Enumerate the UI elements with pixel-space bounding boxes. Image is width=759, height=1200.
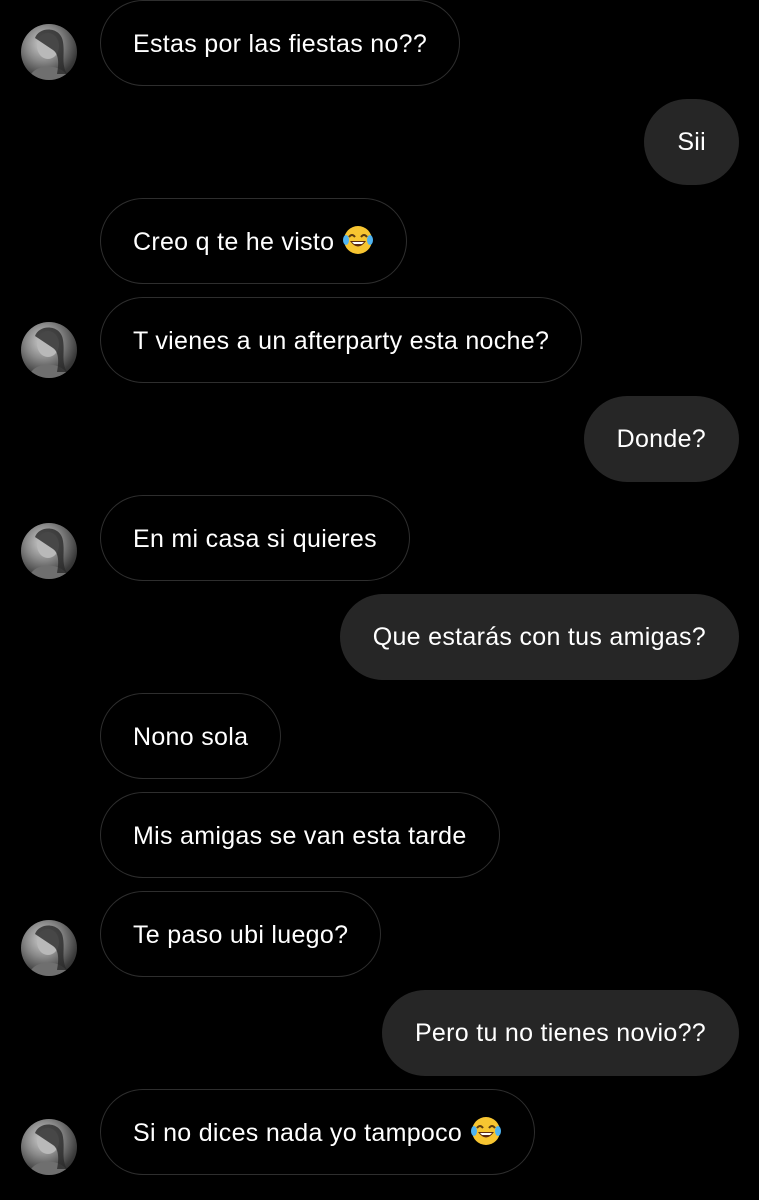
message-text: Sii	[677, 128, 706, 156]
message-bubble-incoming[interactable]: En mi casa si quieres	[100, 495, 410, 581]
contact-avatar[interactable]	[21, 920, 77, 976]
contact-avatar[interactable]	[21, 1119, 77, 1175]
message-text: Estas por las fiestas no??	[133, 30, 428, 58]
laughing-tears-emoji	[343, 226, 374, 254]
message-text: T vienes a un afterparty esta noche?	[133, 327, 550, 355]
message-bubble-outgoing[interactable]: Donde?	[583, 396, 739, 482]
message-text: Que estarás con tus amigas?	[372, 623, 706, 651]
message-bubble-incoming[interactable]: Creo q te he visto	[100, 198, 408, 284]
message-bubble-incoming[interactable]: T vienes a un afterparty esta noche?	[100, 297, 583, 383]
contact-avatar[interactable]	[21, 523, 77, 579]
message-bubble-incoming[interactable]: Estas por las fiestas no??	[100, 0, 461, 86]
message-bubble-incoming[interactable]: Si no dices nada yo tampoco	[100, 1089, 536, 1175]
contact-avatar[interactable]	[21, 322, 77, 378]
message-thread: Estas por las fiestas no?? Sii Creo q te…	[0, 0, 759, 1200]
message-text: Mis amigas se van esta tarde	[133, 822, 467, 850]
message-text: En mi casa si quieres	[133, 525, 377, 553]
laughing-tears-emoji	[471, 1117, 502, 1145]
message-bubble-outgoing[interactable]: Pero tu no tienes novio??	[381, 990, 739, 1076]
contact-avatar[interactable]	[21, 24, 77, 80]
message-text: Si no dices nada yo tampoco	[133, 1119, 463, 1147]
message-text: Donde?	[616, 425, 706, 453]
message-bubble-outgoing[interactable]: Que estarás con tus amigas?	[339, 594, 739, 680]
message-text: Creo q te he visto	[133, 228, 335, 256]
message-bubble-incoming[interactable]: Nono sola	[100, 693, 282, 779]
message-bubble-incoming[interactable]: Te paso ubi luego?	[100, 891, 382, 977]
message-bubble-outgoing[interactable]: Sii	[644, 99, 739, 185]
message-text: Pero tu no tienes novio??	[414, 1019, 706, 1047]
message-bubble-incoming[interactable]: Mis amigas se van esta tarde	[100, 792, 500, 878]
message-text: Nono sola	[133, 723, 249, 751]
message-text: Te paso ubi luego?	[133, 921, 349, 949]
